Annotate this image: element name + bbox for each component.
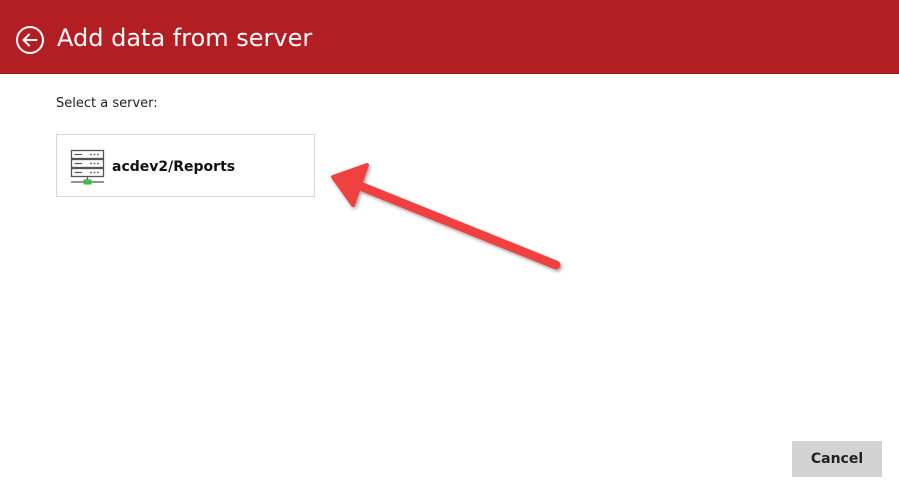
server-name: acdev2/Reports: [112, 159, 236, 175]
page-title: Add data from server: [57, 24, 313, 52]
header-bar: Add data from server: [0, 0, 899, 74]
server-tile-acdev2-reports[interactable]: acdev2/Reports: [56, 134, 315, 197]
annotation-arrow: [320, 160, 570, 280]
select-server-label: Select a server:: [56, 96, 158, 111]
server-network-icon: [70, 149, 105, 185]
circle-arrow-left-icon: [15, 25, 45, 55]
add-data-dialog: Add data from server Select a server: ac…: [0, 0, 899, 493]
back-button[interactable]: [15, 25, 45, 55]
cancel-button[interactable]: Cancel: [792, 441, 882, 477]
